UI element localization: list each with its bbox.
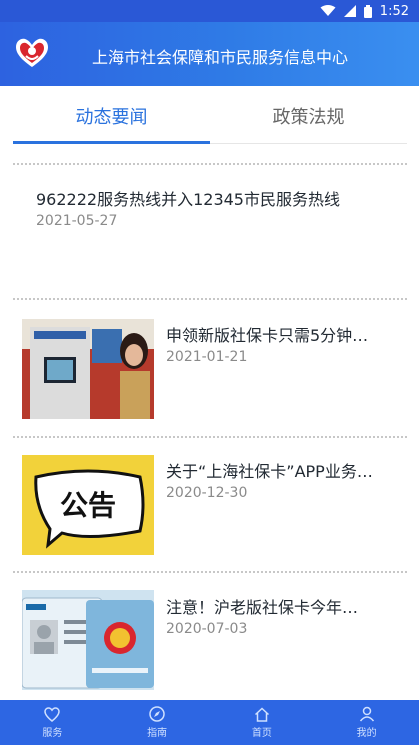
nav-label: 首页 (251, 727, 272, 739)
divider (13, 163, 407, 165)
tab-news[interactable]: 动态要闻 (13, 86, 210, 146)
heart-icon (44, 706, 61, 722)
news-date: 2020-12-30 (166, 485, 248, 501)
tab-bar: 动态要闻 政策法规 (0, 86, 419, 146)
home-icon (254, 706, 269, 722)
compass-icon (149, 706, 165, 722)
news-title: 注意！沪老版社保卡今年… (166, 598, 359, 617)
news-date: 2020-07-03 (166, 621, 248, 637)
news-title: 962222服务热线并入12345市民服务热线 (36, 190, 340, 209)
nav-label: 我的 (356, 728, 377, 739)
app-header: 上海市社会保障和市民服务信息中心 (0, 22, 419, 86)
nav-item-service[interactable]: 服务 (0, 700, 105, 745)
news-title: 关于“上海社保卡”APP业务… (166, 462, 373, 481)
divider (13, 436, 407, 438)
tab-policy[interactable]: 政策法规 (210, 86, 407, 146)
announcement-text: 公告 (60, 489, 116, 522)
logo-icon (16, 38, 48, 67)
signal-icon (343, 5, 356, 17)
divider (13, 571, 407, 573)
header-title: 上海市社会保障和市民服务信息中心 (92, 48, 349, 67)
social-security-card (22, 590, 154, 690)
divider (13, 298, 407, 300)
status-time: 1:52 (379, 3, 409, 19)
announcement-bubble-icon: 公告 (22, 455, 154, 555)
kiosk-photo (22, 319, 154, 419)
wifi-icon (320, 5, 336, 16)
news-thumbnail (22, 590, 154, 690)
nav-label: 指南 (147, 728, 168, 739)
bottom-nav: 服务 指南 首页 我的 (0, 700, 419, 745)
nav-label: 服务 (42, 727, 63, 739)
user-icon (359, 706, 374, 722)
battery-icon (363, 4, 372, 18)
tab-active-indicator (13, 141, 210, 144)
news-thumbnail (22, 319, 154, 419)
news-date: 2021-01-21 (166, 349, 248, 365)
news-title: 申领新版社保卡只需5分钟… (166, 326, 369, 345)
status-bar: 1:52 (0, 0, 419, 22)
nav-item-home[interactable]: 首页 (210, 700, 315, 745)
nav-item-profile[interactable]: 我的 (314, 700, 419, 745)
news-thumbnail: 公告 (22, 455, 154, 555)
news-date: 2021-05-27 (36, 213, 118, 229)
nav-item-guide[interactable]: 指南 (105, 700, 210, 745)
